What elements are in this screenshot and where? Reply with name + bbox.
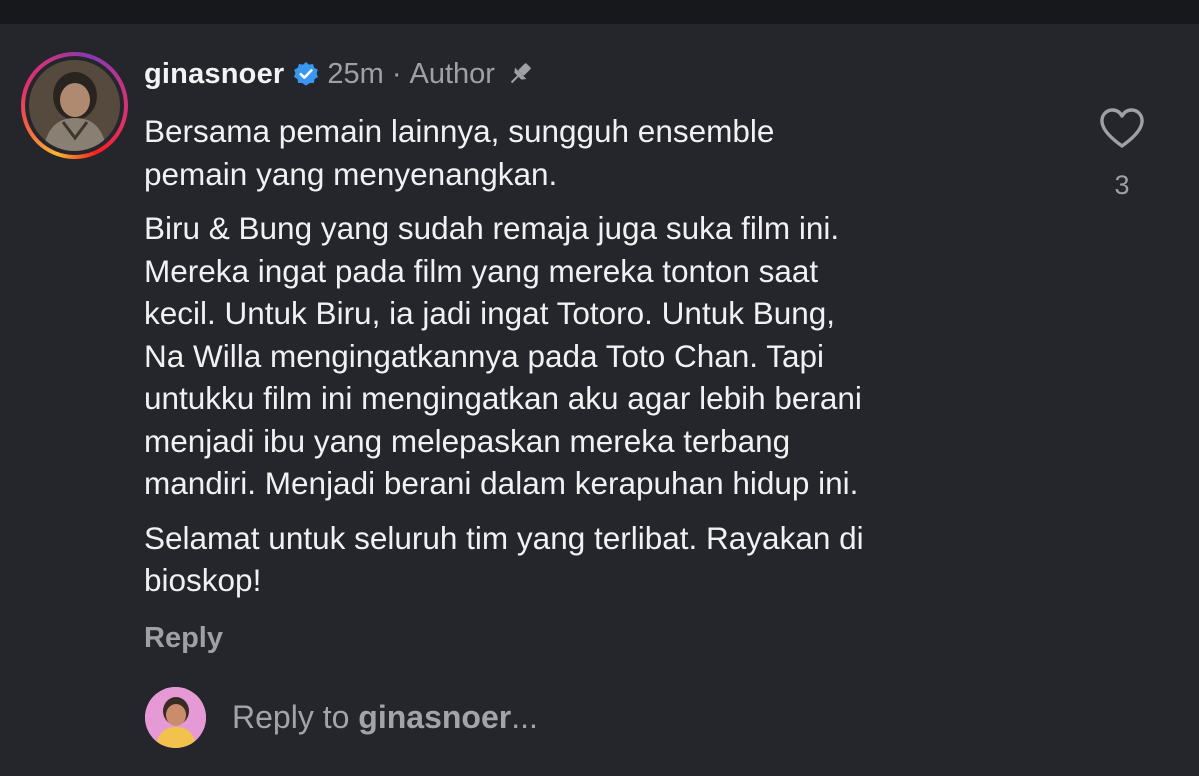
text-line: untukku film ini mengingatkan aku agar l… <box>144 380 862 416</box>
author-avatar-story-ring[interactable] <box>21 52 128 159</box>
current-user-avatar <box>145 686 206 748</box>
text-line: bioskop! <box>144 562 262 598</box>
reply-input[interactable]: Reply to ginasnoer... <box>232 699 538 736</box>
author-avatar-image <box>29 60 120 151</box>
comment-paragraph-3: Selamat untuk seluruh tim yang terlibat.… <box>144 517 1064 602</box>
text-line: Mereka ingat pada film yang mereka tonto… <box>144 252 819 289</box>
text-line: Bersama pemain lainnya, sungguh ensemble <box>144 113 775 149</box>
top-divider-strip <box>0 0 1199 24</box>
pin-icon <box>505 59 535 89</box>
heart-outline-icon[interactable] <box>1098 106 1146 150</box>
reply-input-prefix: Reply to <box>232 698 359 735</box>
like-count: 3 <box>1114 170 1130 200</box>
text-line: Selamat untuk seluruh tim yang terlibat.… <box>144 519 864 556</box>
author-label: Author <box>409 57 495 90</box>
text-line: Biru & Bung yang sudah remaja juga suka … <box>144 210 840 246</box>
text-line: pemain yang menyenangkan. <box>144 155 558 192</box>
comment-header: ginasnoer 25m · Author <box>144 56 535 92</box>
comment-time: 25m <box>327 57 384 90</box>
reply-input-target: ginasnoer <box>358 698 512 735</box>
comment-meta: 25m · Author <box>327 58 495 91</box>
comment-username[interactable]: ginasnoer <box>144 58 284 91</box>
author-avatar <box>29 60 120 151</box>
text-line: Na Willa mengingatkannya pada Toto Chan.… <box>144 337 825 374</box>
comment-paragraph-1: Bersama pemain lainnya, sungguh ensemble… <box>144 110 1064 195</box>
meta-separator: · <box>391 57 402 90</box>
text-line: mandiri. Menjadi berani dalam kerapuhan … <box>144 465 859 501</box>
comment-paragraph-2: Biru & Bung yang sudah remaja juga suka … <box>144 207 1064 505</box>
reply-composer: Reply to ginasnoer... <box>145 686 538 748</box>
comment-body: Bersama pemain lainnya, sungguh ensemble… <box>144 110 1064 614</box>
comment: ginasnoer 25m · Author Bersama pemain lain… <box>0 24 1199 776</box>
reply-button[interactable]: Reply <box>144 622 223 655</box>
current-user-avatar-image <box>145 686 206 748</box>
reply-input-suffix: ... <box>511 698 538 735</box>
text-line: menjadi ibu yang melepaskan mereka terba… <box>144 422 791 459</box>
verified-badge-icon <box>293 61 319 87</box>
text-line: kecil. Untuk Biru, ia jadi ingat Totoro.… <box>144 295 836 331</box>
